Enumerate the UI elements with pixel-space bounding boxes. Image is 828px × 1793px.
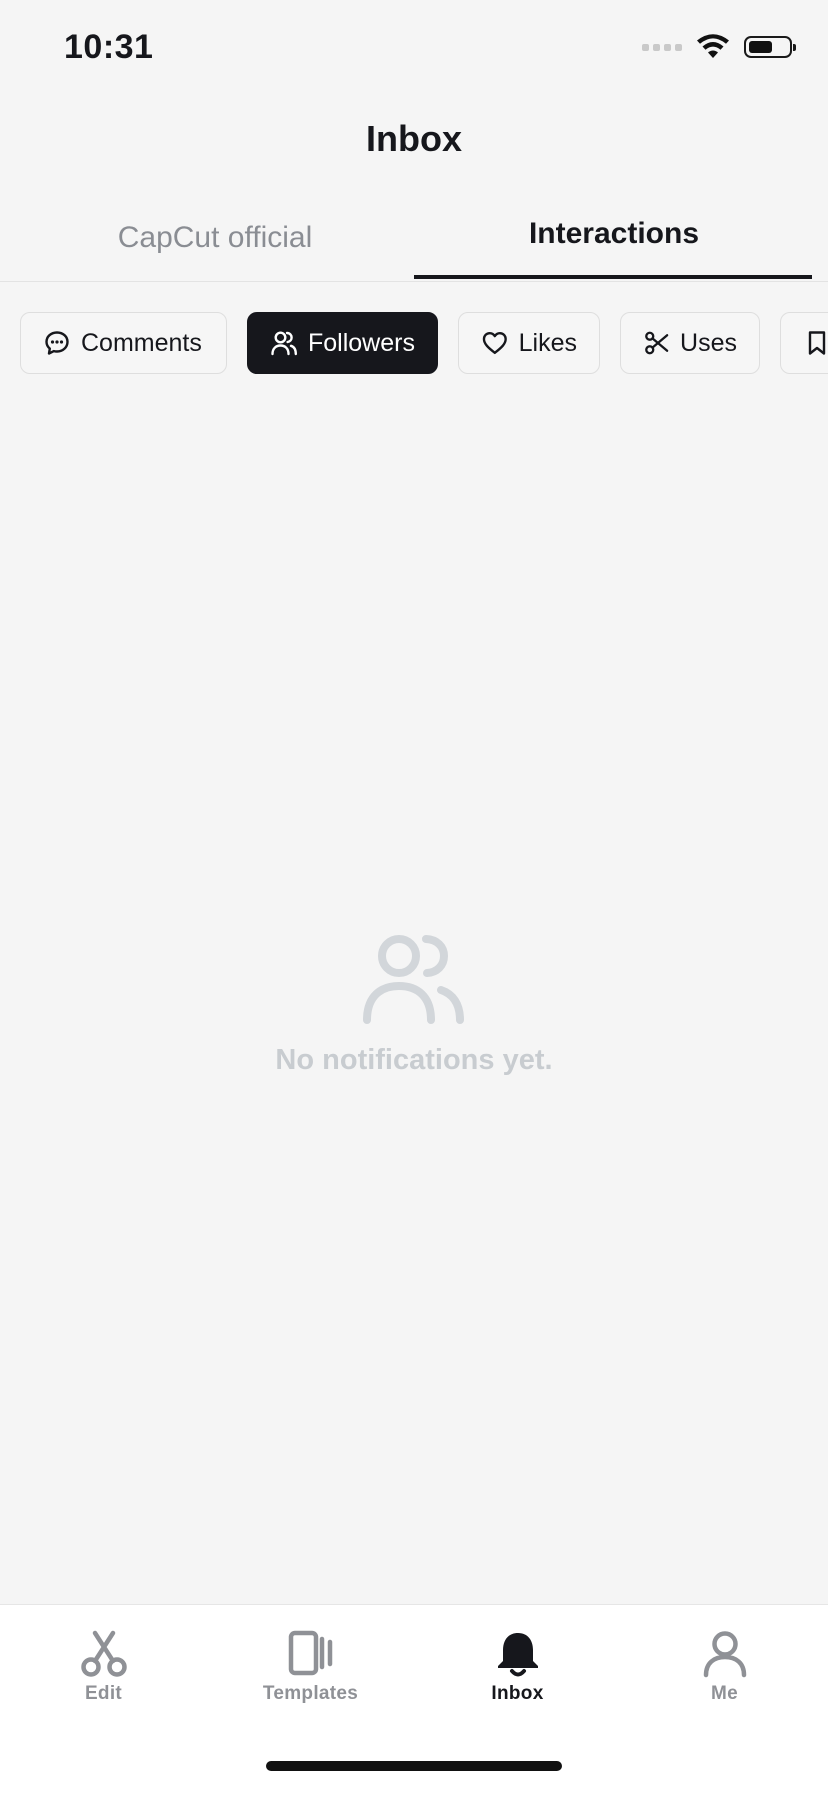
top-tabs: CapCut official Interactions	[0, 195, 828, 282]
nav-label: Inbox	[491, 1683, 544, 1704]
filter-chip-label: Likes	[518, 328, 577, 357]
nav-label: Templates	[262, 1683, 359, 1704]
nav-templates[interactable]: Templates	[207, 1629, 414, 1705]
home-indicator	[266, 1761, 562, 1771]
status-bar: 10:31	[0, 0, 828, 100]
followers-icon	[363, 935, 464, 1024]
nav-label: Me	[711, 1683, 738, 1704]
battery-icon	[744, 36, 796, 58]
cellular-signal-icon	[642, 43, 682, 51]
nav-edit[interactable]: Edit	[0, 1629, 207, 1705]
scissors-icon	[80, 1630, 127, 1677]
filter-chip-followers[interactable]: Followers	[247, 312, 438, 374]
status-time: 10:31	[64, 28, 154, 66]
filter-chip-row[interactable]: Comments Followers Likes Uses	[20, 312, 828, 378]
filter-chip-uses[interactable]: Uses	[620, 312, 760, 374]
bottom-nav: Edit Templates Inbox Me	[0, 1604, 828, 1793]
comment-icon	[45, 331, 69, 355]
bookmark-icon	[808, 331, 826, 355]
bell-icon	[497, 1633, 538, 1677]
filter-chip-bookmarks[interactable]	[780, 312, 828, 374]
nav-label: Edit	[84, 1683, 123, 1704]
filter-chip-likes[interactable]: Likes	[458, 312, 600, 374]
active-tab-indicator	[414, 275, 812, 279]
filter-chip-label: Comments	[81, 328, 202, 357]
scissors-icon	[645, 331, 669, 355]
tab-interactions[interactable]: Interactions	[414, 191, 814, 277]
filter-chip-comments[interactable]: Comments	[20, 312, 227, 374]
empty-state: No notifications yet.	[0, 930, 828, 1077]
filter-chip-label: Followers	[308, 328, 415, 357]
status-icons	[642, 34, 796, 60]
person-icon	[703, 1631, 746, 1678]
tab-capcut-official[interactable]: CapCut official	[15, 195, 415, 281]
templates-icon	[288, 1630, 332, 1676]
empty-state-message: No notifications yet.	[275, 1044, 553, 1076]
page-title: Inbox	[366, 118, 462, 159]
nav-inbox[interactable]: Inbox	[414, 1629, 621, 1705]
heart-icon	[482, 331, 507, 355]
wifi-icon	[697, 34, 729, 58]
followers-icon	[271, 331, 297, 356]
nav-me[interactable]: Me	[621, 1629, 828, 1705]
filter-chip-label: Uses	[680, 328, 737, 357]
